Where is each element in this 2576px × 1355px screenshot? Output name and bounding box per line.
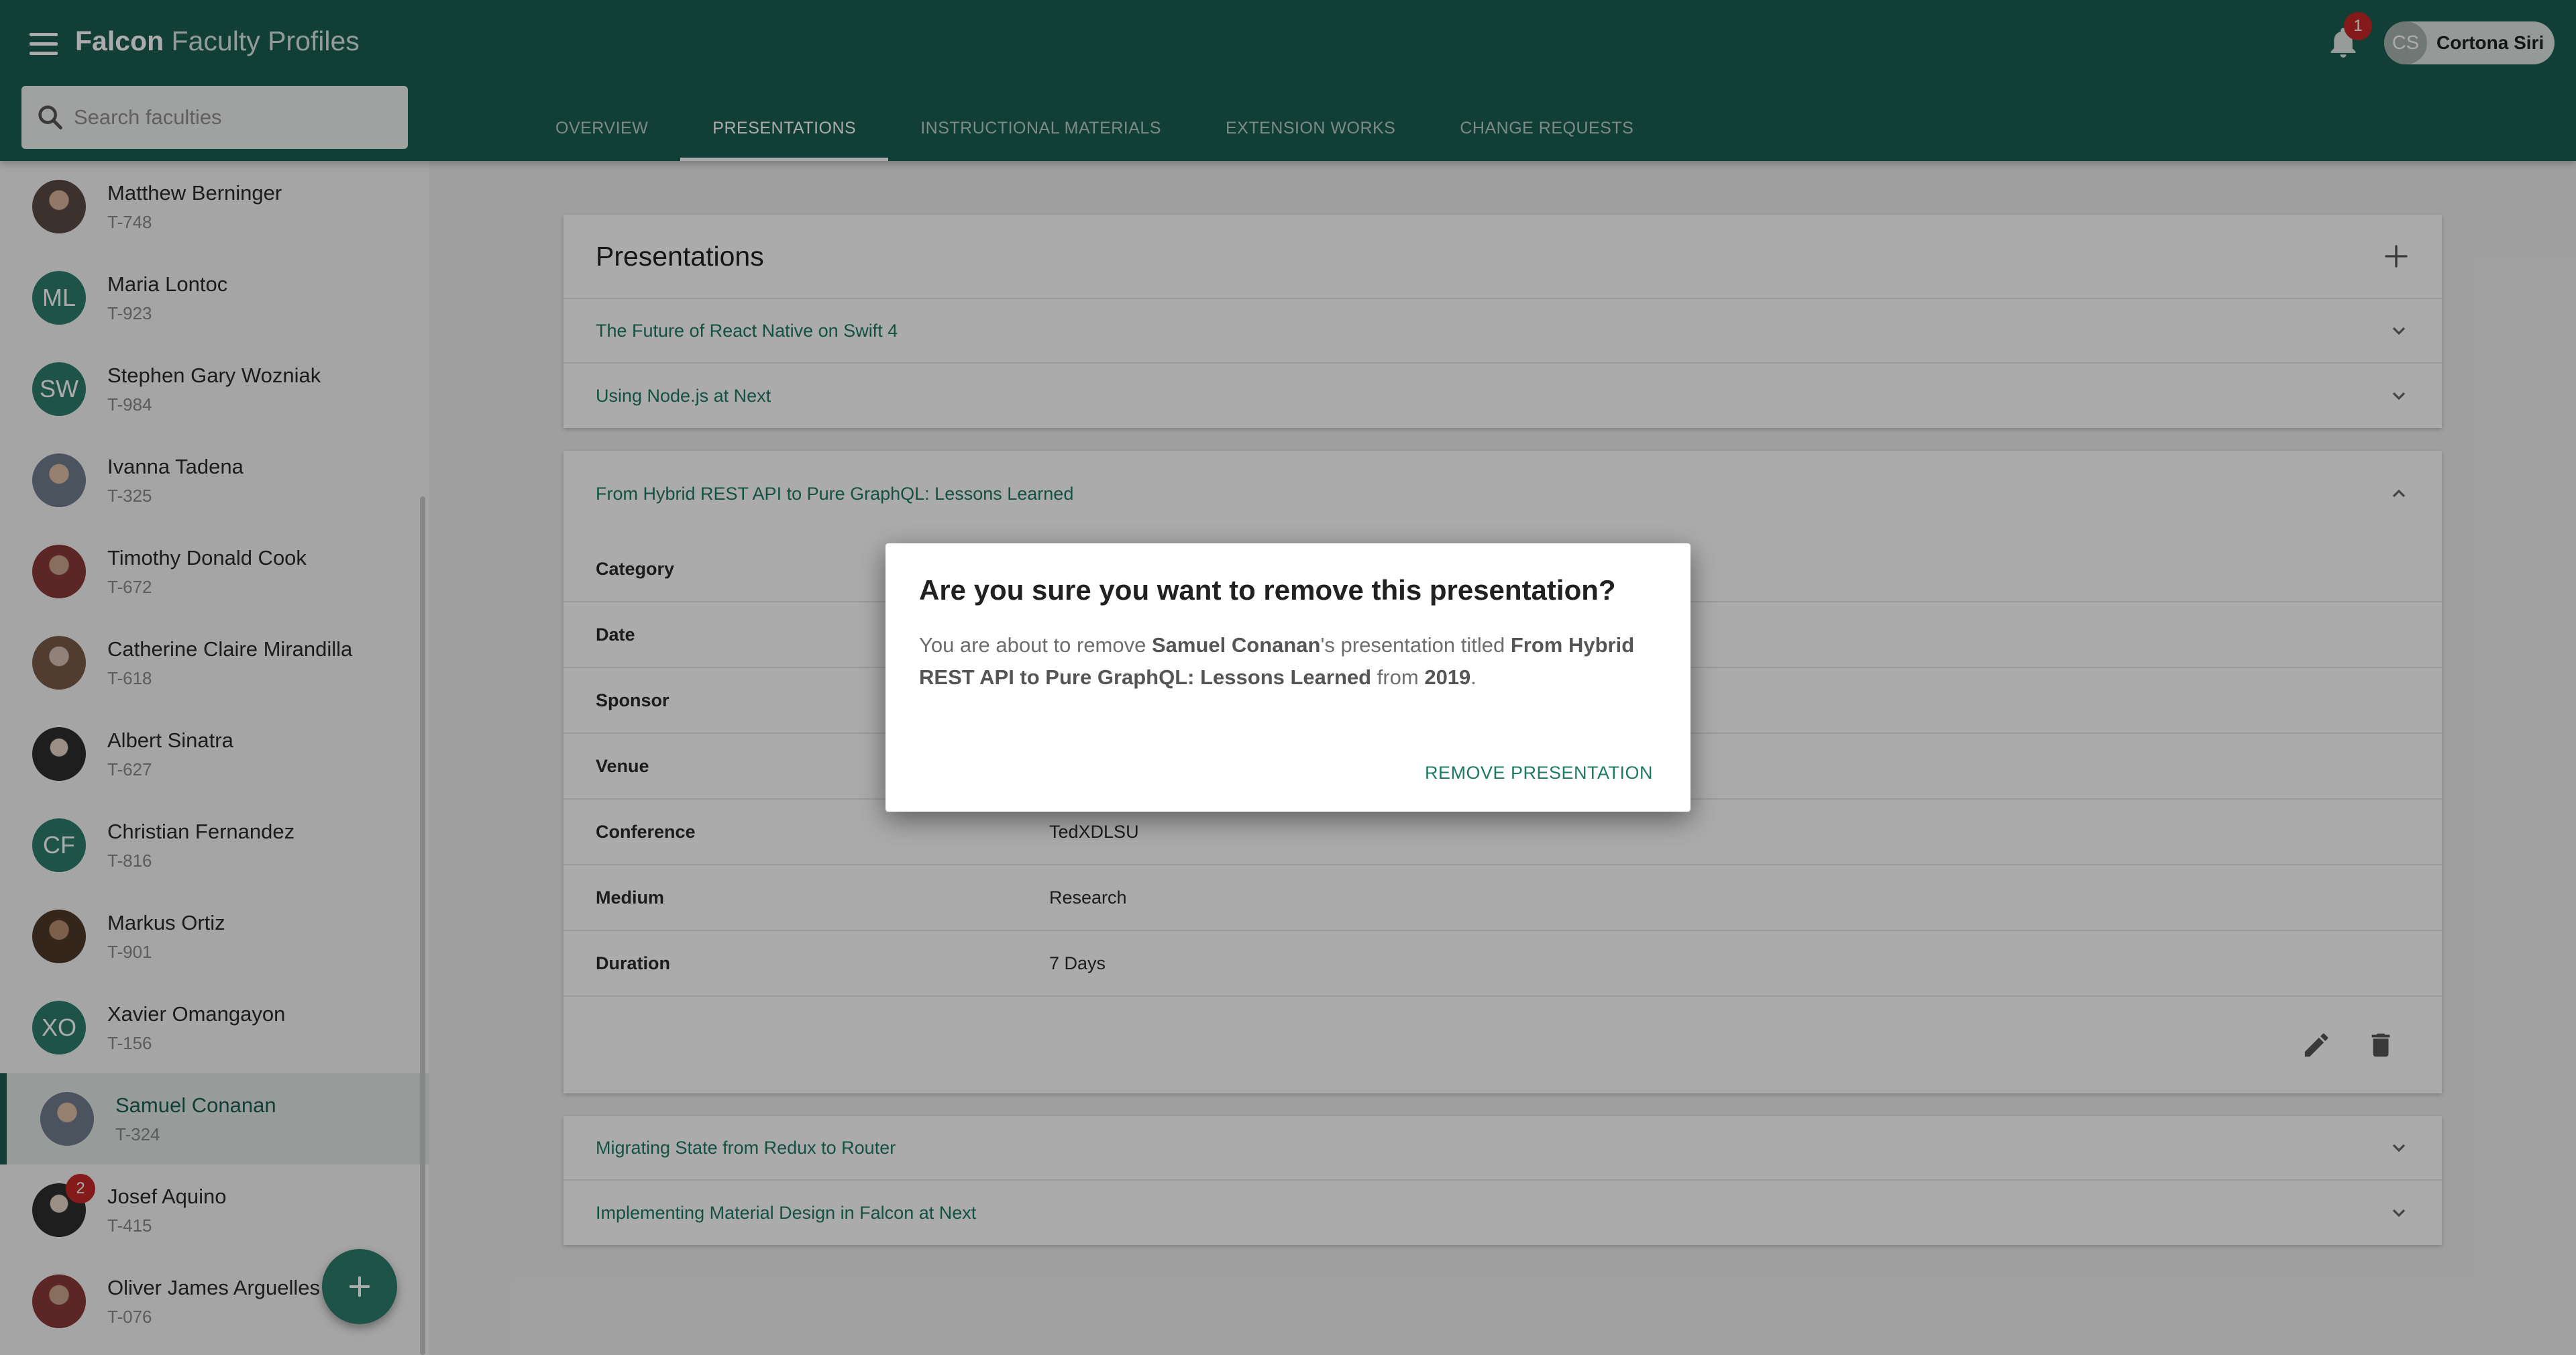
dialog-title: Are you sure you want to remove this pre… (919, 574, 1616, 606)
dialog-faculty-name: Samuel Conanan (1151, 633, 1321, 657)
remove-presentation-dialog: Are you sure you want to remove this pre… (885, 543, 1690, 812)
remove-presentation-button[interactable]: REMOVE PRESENTATION (1425, 763, 1653, 783)
dialog-text: You are about to remove (919, 633, 1152, 657)
dialog-text: 's presentation titled (1320, 633, 1511, 657)
dialog-year: 2019 (1424, 665, 1471, 689)
dialog-text: . (1470, 665, 1477, 689)
dialog-message: You are about to remove Samuel Conanan's… (919, 629, 1657, 694)
dialog-text: from (1371, 665, 1425, 689)
